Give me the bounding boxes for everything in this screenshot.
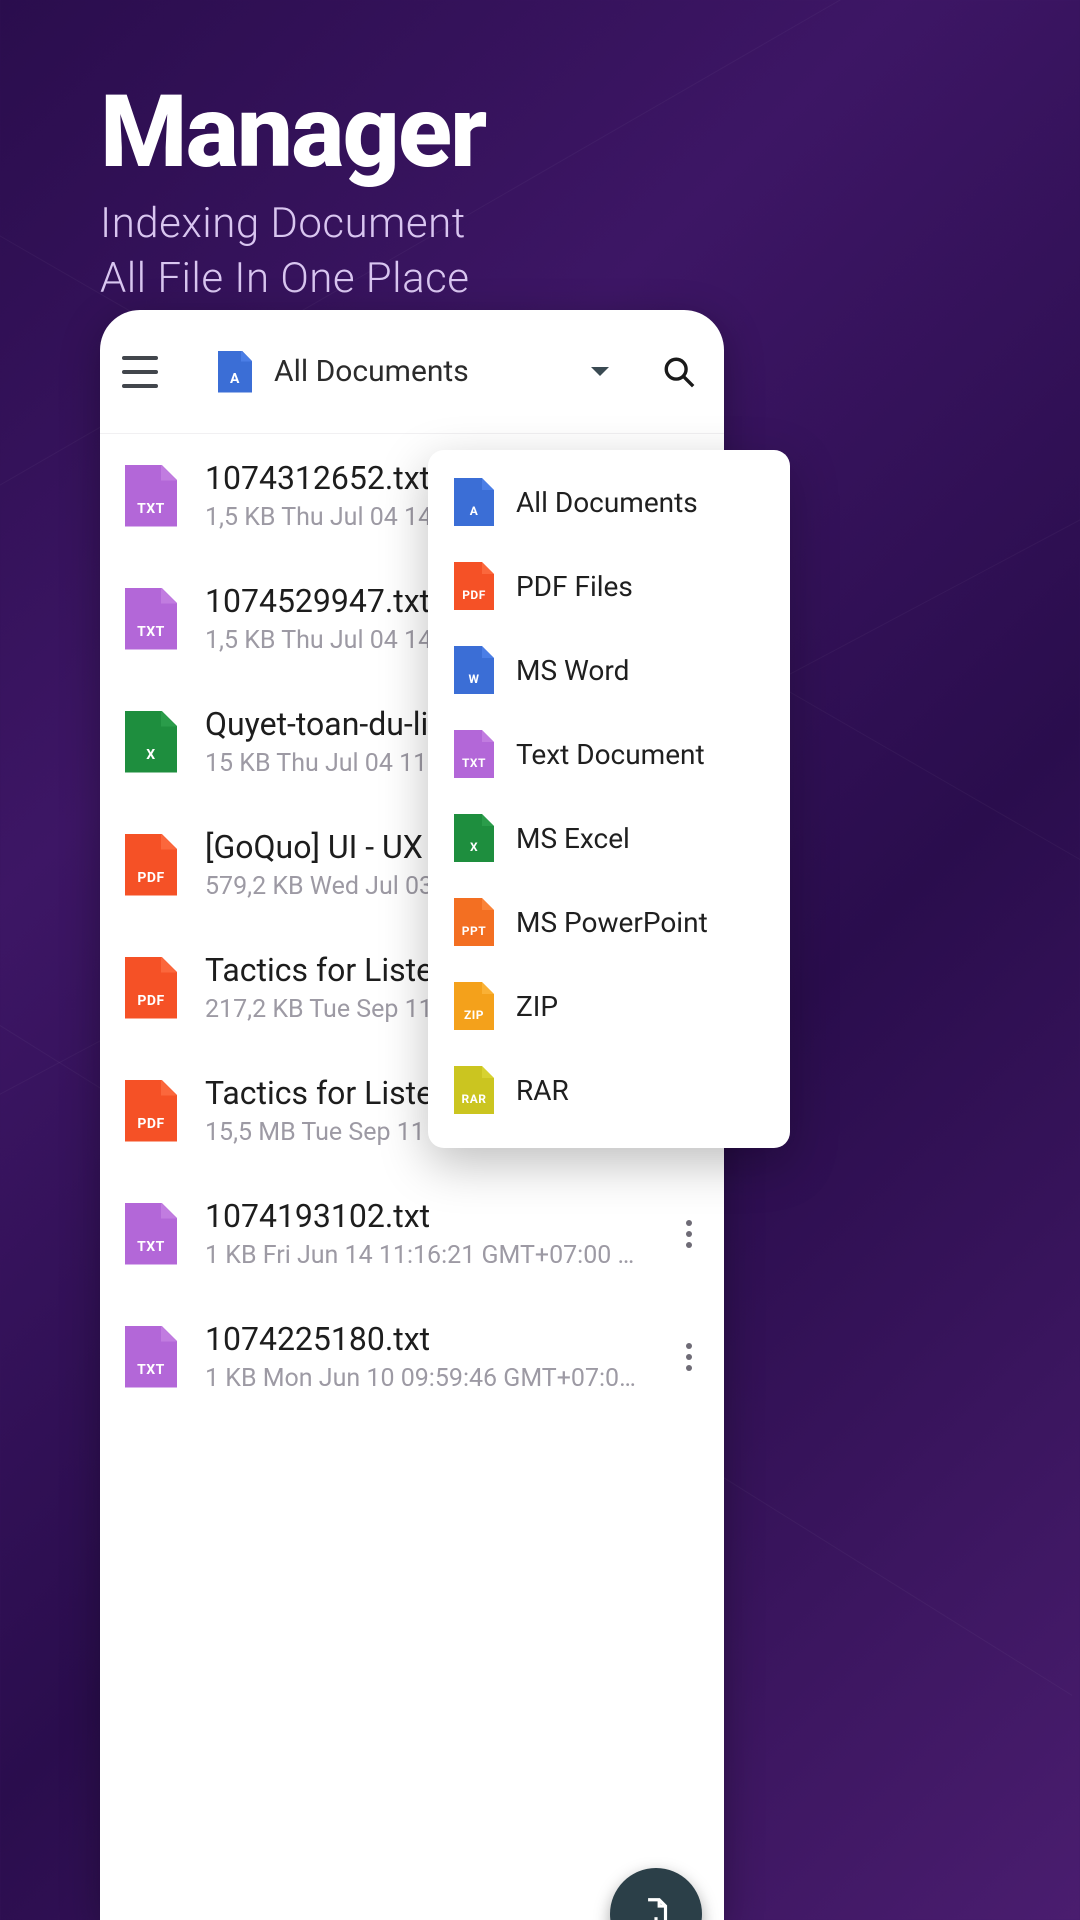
hero-header: Manager Indexing Document All File In On…: [100, 80, 1000, 306]
filter-option[interactable]: X MS Excel: [428, 796, 790, 880]
file-type-icon: TXT: [125, 465, 177, 527]
file-meta: 1 KB Mon Jun 10 09:59:46 GMT+07:00 2019: [205, 1364, 648, 1393]
fab-new-document[interactable]: [610, 1868, 702, 1920]
file-meta: 1 KB Fri Jun 14 11:16:21 GMT+07:00 2019: [205, 1241, 648, 1270]
menu-icon[interactable]: [122, 356, 158, 388]
more-icon[interactable]: [676, 1220, 702, 1248]
file-row[interactable]: TXT 1074225180.txt 1 KB Mon Jun 10 09:59…: [100, 1295, 724, 1418]
filter-label: ZIP: [516, 990, 558, 1023]
file-type-icon: PDF: [125, 834, 177, 896]
file-type-icon: PDF: [125, 957, 177, 1019]
file-type-icon: W: [454, 646, 494, 694]
file-type-icon: ZIP: [454, 982, 494, 1030]
file-name: 1074225180.txt: [205, 1320, 648, 1358]
more-icon[interactable]: [676, 1343, 702, 1371]
filter-option[interactable]: A All Documents: [428, 460, 790, 544]
filter-option[interactable]: W MS Word: [428, 628, 790, 712]
appbar-title: All Documents: [274, 354, 469, 389]
file-type-icon: PDF: [454, 562, 494, 610]
search-icon[interactable]: [662, 355, 696, 389]
file-type-icon: X: [125, 711, 177, 773]
file-type-icon: X: [454, 814, 494, 862]
filter-label: All Documents: [516, 486, 698, 519]
file-type-icon: PPT: [454, 898, 494, 946]
file-type-icon: TXT: [125, 588, 177, 650]
filter-dropdown-panel: A All Documents PDF PDF Files W MS Word …: [428, 450, 790, 1148]
filter-option[interactable]: TXT Text Document: [428, 712, 790, 796]
hero-subtitle-line2: All File In One Place: [100, 252, 1000, 307]
file-type-icon: RAR: [454, 1066, 494, 1114]
hero-subtitle: Indexing Document All File In One Place: [100, 197, 1000, 306]
file-name: 1074193102.txt: [205, 1197, 648, 1235]
filter-label: MS PowerPoint: [516, 906, 708, 939]
hero-title: Manager: [100, 80, 1000, 185]
filter-option[interactable]: PPT MS PowerPoint: [428, 880, 790, 964]
file-type-icon: PDF: [125, 1080, 177, 1142]
file-info: 1074225180.txt 1 KB Mon Jun 10 09:59:46 …: [205, 1320, 648, 1393]
file-type-icon: A: [454, 478, 494, 526]
filter-option[interactable]: PDF PDF Files: [428, 544, 790, 628]
filter-label: PDF Files: [516, 570, 633, 603]
file-type-icon: TXT: [125, 1326, 177, 1388]
filter-label: MS Excel: [516, 822, 630, 855]
file-row[interactable]: TXT 1074193102.txt 1 KB Fri Jun 14 11:16…: [100, 1172, 724, 1295]
filter-option[interactable]: ZIP ZIP: [428, 964, 790, 1048]
filter-option[interactable]: RAR RAR: [428, 1048, 790, 1132]
file-info: 1074193102.txt 1 KB Fri Jun 14 11:16:21 …: [205, 1197, 648, 1270]
hero-subtitle-line1: Indexing Document: [100, 197, 1000, 252]
file-type-icon: TXT: [125, 1203, 177, 1265]
chevron-down-icon[interactable]: [591, 367, 609, 376]
filter-label: MS Word: [516, 654, 629, 687]
filter-label: Text Document: [516, 738, 705, 771]
app-bar: A All Documents: [100, 310, 724, 434]
file-type-icon: TXT: [454, 730, 494, 778]
title-dropdown[interactable]: A All Documents: [218, 351, 469, 393]
filter-label: RAR: [516, 1074, 569, 1107]
